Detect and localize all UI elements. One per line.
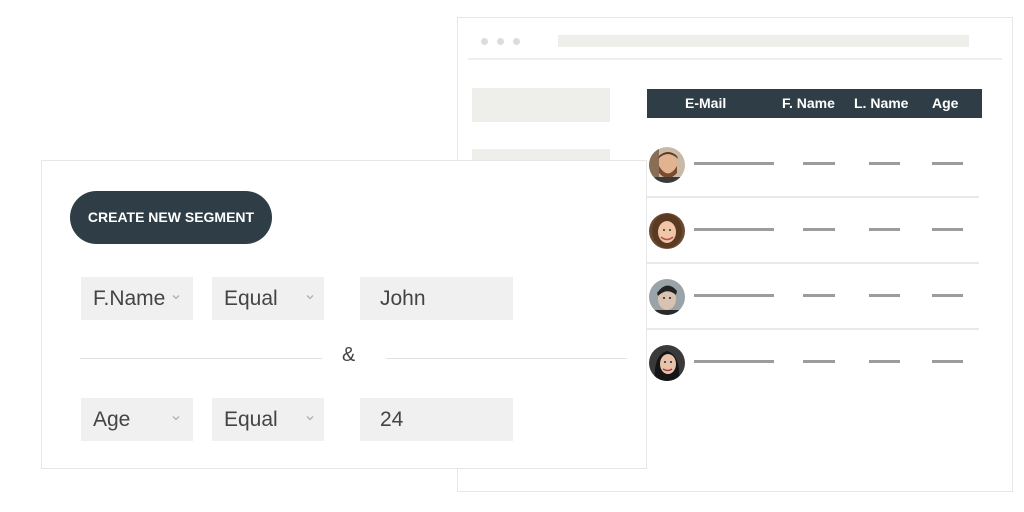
divider	[80, 358, 322, 359]
operator-select[interactable]: Equal	[212, 398, 324, 441]
avatar	[649, 213, 685, 249]
chevron-down-icon	[172, 295, 180, 300]
field-select[interactable]: F.Name	[81, 277, 193, 320]
table-header: E-Mail F. Name L. Name Age	[647, 89, 982, 118]
table-row[interactable]	[647, 196, 979, 264]
value-input[interactable]: John	[360, 277, 513, 320]
field-select[interactable]: Age	[81, 398, 193, 441]
create-new-segment-button[interactable]: CREATE NEW SEGMENT	[70, 191, 272, 244]
first-name-placeholder	[803, 294, 835, 297]
avatar-man-beard-icon	[649, 147, 685, 183]
avatar-woman-dark-hair-icon	[649, 345, 685, 381]
condition-connector: &	[342, 344, 356, 366]
column-header-first-name[interactable]: F. Name	[782, 95, 835, 111]
avatar	[649, 147, 685, 183]
avatar-woman-curly-hair-icon	[649, 213, 685, 249]
last-name-placeholder	[869, 228, 900, 231]
operator-select-value: Equal	[224, 408, 278, 431]
segment-builder-panel: CREATE NEW SEGMENT F.Name Equal John & A…	[41, 160, 647, 469]
address-bar[interactable]	[558, 35, 969, 47]
avatar	[649, 345, 685, 381]
age-placeholder	[932, 228, 963, 231]
chevron-down-icon	[172, 416, 180, 421]
email-placeholder	[694, 294, 774, 297]
operator-select-value: Equal	[224, 287, 278, 310]
table-row[interactable]	[647, 328, 979, 394]
first-name-placeholder	[803, 162, 835, 165]
column-header-email[interactable]: E-Mail	[685, 95, 726, 111]
sidebar-placeholder	[472, 88, 610, 122]
table-row[interactable]	[647, 262, 979, 330]
age-placeholder	[932, 360, 963, 363]
value-input-text: 24	[380, 408, 404, 431]
last-name-placeholder	[869, 162, 900, 165]
value-input[interactable]: 24	[360, 398, 513, 441]
operator-select[interactable]: Equal	[212, 277, 324, 320]
field-select-value: Age	[93, 408, 131, 431]
chevron-down-icon	[306, 416, 314, 421]
email-placeholder	[694, 162, 774, 165]
avatar-man-dark-hair-icon	[649, 279, 685, 315]
browser-toolbar	[468, 18, 1002, 60]
value-input-text: John	[380, 287, 426, 310]
chevron-down-icon	[306, 295, 314, 300]
browser-dot-icon	[513, 38, 520, 45]
age-placeholder	[932, 294, 963, 297]
browser-dot-icon	[497, 38, 504, 45]
first-name-placeholder	[803, 228, 835, 231]
divider	[386, 358, 627, 359]
table-row[interactable]	[647, 130, 979, 198]
age-placeholder	[932, 162, 963, 165]
last-name-placeholder	[869, 360, 900, 363]
column-header-age[interactable]: Age	[932, 95, 958, 111]
first-name-placeholder	[803, 360, 835, 363]
email-placeholder	[694, 228, 774, 231]
column-header-last-name[interactable]: L. Name	[854, 95, 908, 111]
last-name-placeholder	[869, 294, 900, 297]
avatar	[649, 279, 685, 315]
browser-dot-icon	[481, 38, 488, 45]
field-select-value: F.Name	[93, 287, 166, 310]
email-placeholder	[694, 360, 774, 363]
